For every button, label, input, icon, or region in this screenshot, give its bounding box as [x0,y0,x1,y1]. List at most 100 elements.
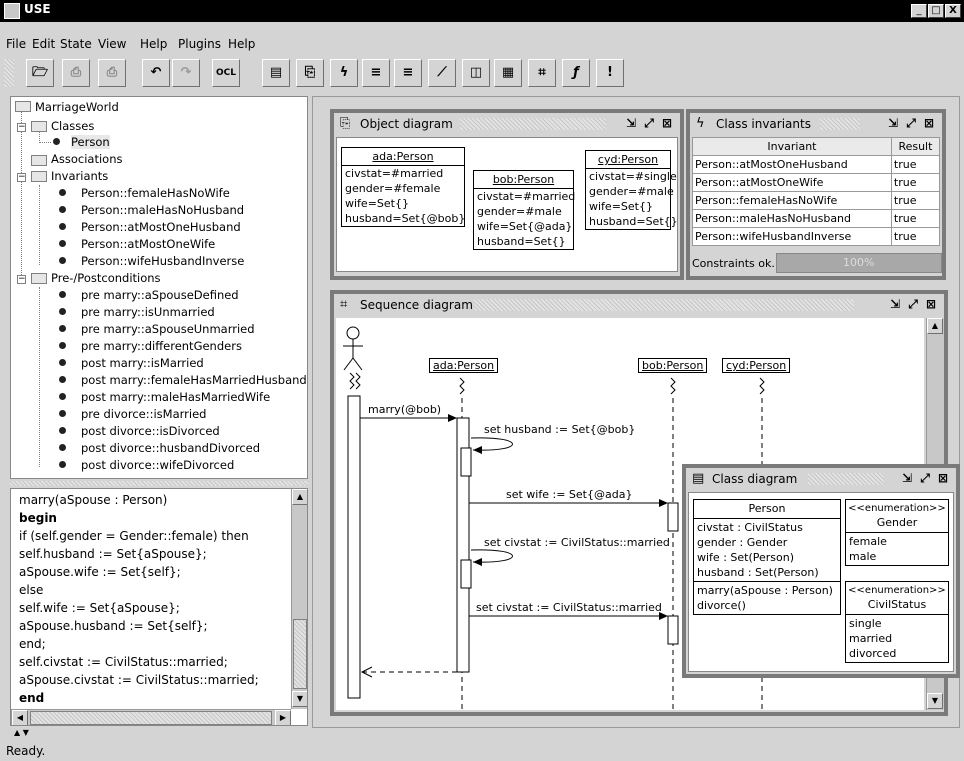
tree-class-person[interactable]: Person [71,135,110,149]
table-row[interactable]: Person::femaleHasNoWife true [692,191,941,210]
tree-condition[interactable]: pre marry::aSpouseDefined [81,288,239,302]
maximize-button[interactable]: □ [928,4,944,18]
horizontal-scrollbar[interactable]: ◀ ▶ [11,709,291,725]
close-icon[interactable]: ⊠ [658,115,676,131]
tree-condition[interactable]: post divorce::husbandDivorced [81,441,260,455]
scroll-up-icon[interactable]: ▲ [292,489,307,505]
tree-condition[interactable]: pre marry::isUnmarried [81,305,215,319]
split-arrows[interactable]: ▲ ▼ [14,728,29,737]
class-person[interactable]: Person civstat : CivilStatus gender : Ge… [693,499,841,615]
tree-root[interactable]: MarriageWorld [35,100,119,114]
tree-associations[interactable]: Associations [51,152,122,166]
invariants-table[interactable]: Invariant Result Person::atMostOneHusban… [692,137,941,246]
scroll-down-icon[interactable]: ▼ [927,693,943,709]
minimize-icon[interactable]: ⇲ [884,115,902,131]
menu-edit[interactable]: Edit [32,37,55,51]
open-icon[interactable]: 🗁 [26,59,54,87]
table-row[interactable]: Person::atMostOneHusband true [692,155,941,174]
minimize-button[interactable]: _ [911,4,927,18]
maximize-icon[interactable]: ⤢ [640,115,658,131]
class-canvas[interactable]: Person civstat : CivilStatus gender : Ge… [688,492,954,672]
maximize-icon[interactable]: ⤢ [916,470,934,486]
scroll-left-icon[interactable]: ◀ [12,710,28,725]
tree-invariant[interactable]: Person::wifeHusbandInverse [81,254,244,268]
tree-invariant[interactable]: Person::atMostOneHusband [81,220,241,234]
tree-condition[interactable]: pre marry::aSpouseUnmarried [81,322,255,336]
sequence-diagram-icon[interactable]: ⌗ [528,59,556,87]
tree-invariant[interactable]: Person::maleHasNoHusband [81,203,244,217]
scroll-right-icon[interactable]: ▶ [275,710,291,725]
table-row[interactable]: Person::atMostOneWife true [692,173,941,192]
column-header[interactable]: Invariant [692,137,892,156]
lifeline-bob-label[interactable]: bob:Person [638,358,708,373]
class-diagram-window[interactable]: ▤ Class diagram ⇲ ⤢ ⊠ Person civstat : Civ… [682,464,960,678]
print-icon[interactable]: ⎙ [62,59,90,87]
scroll-up-icon[interactable]: ▲ [927,318,943,334]
menu-help-1[interactable]: Help [140,37,167,51]
command-list-icon[interactable]: ! [596,59,624,87]
function-icon[interactable]: ƒ [562,59,590,87]
code-view[interactable]: marry(aSpouse : Person) begin if (self.g… [10,488,308,726]
object-canvas[interactable]: ada:Person civstat=#married gender=#fema… [336,137,678,272]
menu-help-2[interactable]: Help [228,37,255,51]
tree-condition[interactable]: post marry::maleHasMarriedWife [81,390,270,404]
vertical-scrollbar[interactable]: ▲ ▼ [291,489,307,709]
enum-civilstatus[interactable]: <<enumeration>> CivilStatus single marrie… [845,581,949,663]
tree-classes[interactable]: Classes [51,119,94,133]
undo-icon[interactable]: ↶ [142,59,170,87]
tree-condition[interactable]: pre marry::differentGenders [81,339,242,353]
close-icon[interactable]: ⊠ [920,115,938,131]
tree-invariants[interactable]: Invariants [51,169,108,183]
maximize-icon[interactable]: ⤢ [904,296,922,312]
table-icon[interactable]: ▦ [494,59,522,87]
table-row[interactable]: Person::maleHasNoHusband true [692,209,941,228]
object-ada[interactable]: ada:Person civstat=#married gender=#fema… [341,147,465,227]
class-diagram-icon[interactable]: ▤ [262,59,290,87]
object-bob[interactable]: bob:Person civstat=#married gender=#male… [473,170,575,250]
split-divider[interactable] [10,481,308,486]
column-header[interactable]: Result [890,137,941,156]
menu-view[interactable]: View [98,37,126,51]
scroll-thumb[interactable] [30,711,272,725]
scroll-thumb[interactable] [293,619,307,689]
tree-condition[interactable]: post marry::isMarried [81,356,204,370]
minimize-icon[interactable]: ⇲ [898,470,916,486]
lifeline-cyd-label[interactable]: cyd:Person [722,358,791,373]
scroll-down-icon[interactable]: ▼ [292,691,307,707]
collapse-icon[interactable]: − [17,275,26,284]
tree-condition[interactable]: post divorce::wifeDivorced [81,458,234,472]
collapse-icon[interactable]: − [17,173,26,182]
menu-state[interactable]: State [60,37,92,51]
menu-plugins[interactable]: Plugins [178,37,221,51]
minimize-icon[interactable]: ⇲ [886,296,904,312]
table-row[interactable]: Person::wifeHusbandInverse true [692,227,941,246]
menu-file[interactable]: File [6,37,26,51]
invariants-icon[interactable]: ϟ [330,59,358,87]
object-diagram-icon[interactable]: ⎘ [296,59,324,87]
tree-invariant[interactable]: Person::atMostOneWife [81,237,215,251]
line-chart-icon[interactable]: ⟋ [428,59,456,87]
window-icon[interactable]: ◫ [462,59,490,87]
tree-condition[interactable]: pre divorce::isMarried [81,407,206,421]
close-icon[interactable]: ⊠ [922,296,940,312]
tree-prepost[interactable]: Pre-/Postconditions [51,271,161,285]
object-diagram-window[interactable]: ⎘ Object diagram ⇲ ⤢ ⊠ ada:Person civstat=… [330,109,684,280]
enum-gender[interactable]: <<enumeration>> Gender female male [845,499,949,566]
minimize-icon[interactable]: ⇲ [622,115,640,131]
close-icon[interactable]: ⊠ [934,470,952,486]
object-count-icon[interactable]: ≡ [394,59,422,87]
maximize-icon[interactable]: ⤢ [902,115,920,131]
toolbar-grip[interactable] [4,59,14,87]
ocl-button[interactable]: OCL [212,59,240,87]
object-cyd[interactable]: cyd:Person civstat=#single gender=#male … [585,150,678,230]
tree-condition[interactable]: post divorce::isDivorced [81,424,220,438]
collapse-icon[interactable]: − [17,123,26,132]
tree-invariant[interactable]: Person::femaleHasNoWife [81,186,230,200]
close-button[interactable]: X [945,4,961,18]
tree-condition[interactable]: post marry::femaleHasMarriedHusband [81,373,307,387]
class-invariants-window[interactable]: ϟ Class invariants ⇲ ⤢ ⊠ Invariant Result … [686,109,946,280]
class-extent-icon[interactable]: ≡ [362,59,390,87]
print-preview-icon[interactable]: ⎙ [98,59,126,87]
lifeline-ada-label[interactable]: ada:Person [429,358,499,373]
redo-icon[interactable]: ↷ [172,59,200,87]
